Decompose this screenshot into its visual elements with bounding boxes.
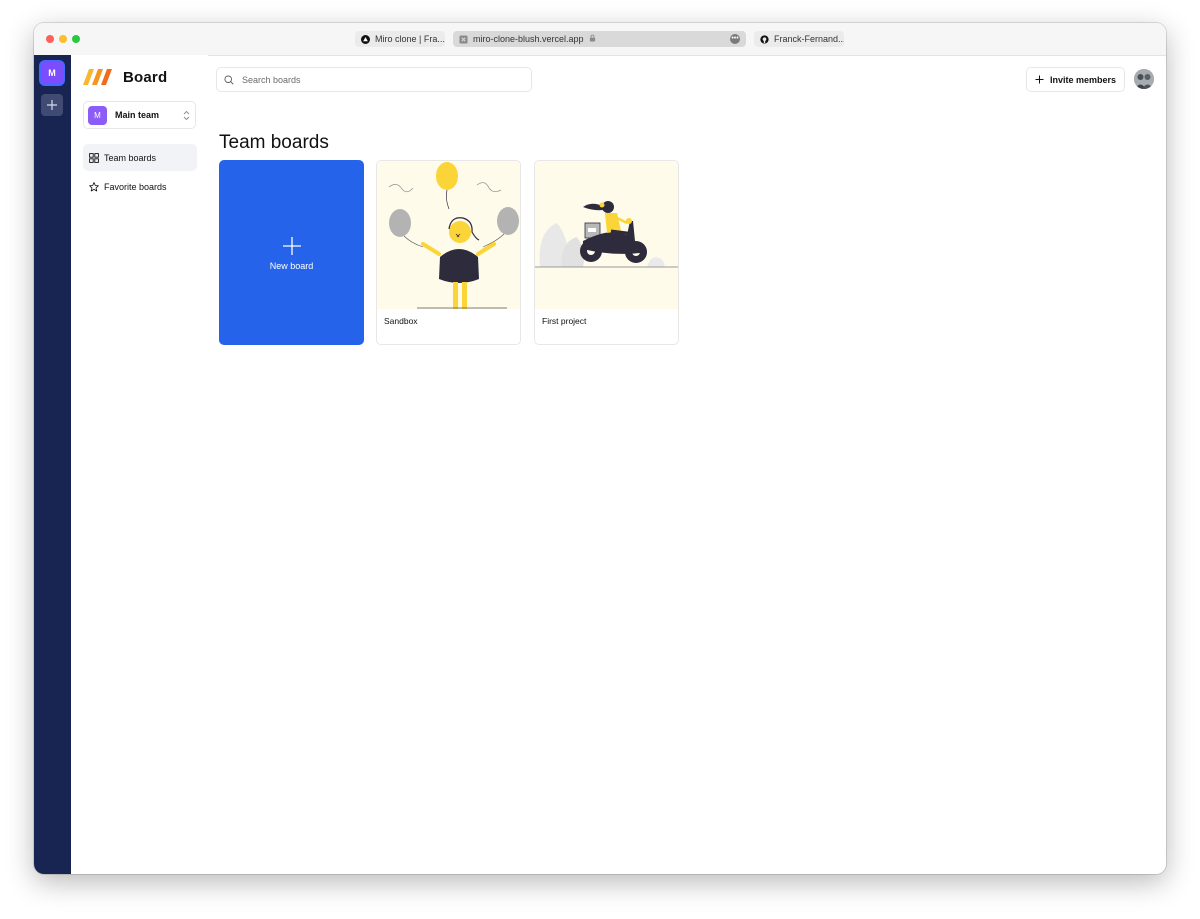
invite-members-button[interactable]: Invite members <box>1026 67 1125 92</box>
search-icon <box>224 74 234 85</box>
browser-toolbar: Miro clone | Fra... miro-clone-blush.ver… <box>34 23 1166 56</box>
star-icon <box>89 181 99 192</box>
page-title: Team boards <box>219 131 329 153</box>
sidebar-item-label: Team boards <box>104 152 157 163</box>
sidebar: Board M Main team Team boards Favorite b… <box>71 55 208 874</box>
user-avatar[interactable] <box>1134 69 1154 89</box>
board-thumbnail-image <box>535 161 678 309</box>
board-title: First project <box>542 316 587 326</box>
organization-rail: M <box>34 55 71 874</box>
browser-tab-miro-clone[interactable]: Miro clone | Fra... <box>355 31 445 47</box>
organization-avatar[interactable]: M <box>41 62 63 84</box>
plus-icon <box>281 235 303 257</box>
lock-icon <box>589 34 596 44</box>
board-card-first-project[interactable]: First project <box>534 160 679 345</box>
new-board-label: New board <box>269 260 314 271</box>
address-bar[interactable]: miro-clone-blush.vercel.app ••• <box>453 31 746 47</box>
search-box[interactable] <box>216 67 532 92</box>
board-card-sandbox[interactable]: Sandbox <box>376 160 521 345</box>
new-board-button[interactable]: New board <box>219 160 364 345</box>
vercel-icon <box>361 34 370 44</box>
team-switcher[interactable]: M Main team <box>83 101 196 129</box>
browser-tab-label: Franck-Fernand... <box>774 34 844 44</box>
close-window-button[interactable] <box>46 35 54 43</box>
sidebar-item-team-boards[interactable]: Team boards <box>83 144 197 171</box>
browser-tab-github[interactable]: Franck-Fernand... <box>754 31 844 47</box>
search-input[interactable] <box>240 73 524 86</box>
invite-members-label: Invite members <box>1049 74 1117 85</box>
plus-icon <box>46 99 58 111</box>
github-icon <box>760 34 769 44</box>
team-avatar: M <box>88 105 107 125</box>
plus-icon <box>1035 75 1044 84</box>
chevron-up-down-icon <box>183 110 191 121</box>
site-favicon-icon <box>459 34 468 44</box>
add-organization-button[interactable] <box>41 94 63 116</box>
maximize-window-button[interactable] <box>72 35 80 43</box>
browser-tab-label: Miro clone | Fra... <box>375 34 445 44</box>
board-title: Sandbox <box>384 316 418 326</box>
app-logo[interactable]: Board <box>83 66 167 88</box>
minimize-window-button[interactable] <box>59 35 67 43</box>
dashboard-icon <box>89 152 99 163</box>
board-thumbnail-image <box>377 161 520 309</box>
logo-text: Board <box>123 68 168 86</box>
sidebar-item-label: Favorite boards <box>104 181 167 192</box>
address-bar-url: miro-clone-blush.vercel.app <box>473 34 584 44</box>
team-name: Main team <box>115 110 160 120</box>
logo-stripes-icon <box>83 69 117 85</box>
browser-window: Miro clone | Fra... miro-clone-blush.ver… <box>34 23 1166 874</box>
more-options-icon[interactable]: ••• <box>730 34 740 44</box>
sidebar-item-favorite-boards[interactable]: Favorite boards <box>83 173 197 200</box>
